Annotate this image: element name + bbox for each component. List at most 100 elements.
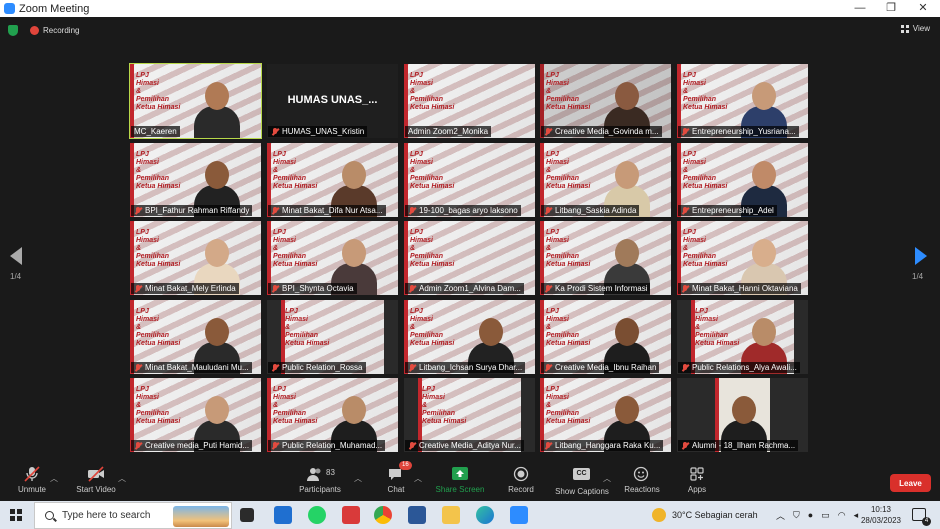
poster-text: LPJ Himasi & Pemilihan Ketua Himasi (136, 308, 181, 347)
tray-battery-icon[interactable]: ▭ (821, 510, 830, 521)
zoom-app-icon[interactable] (510, 506, 528, 524)
participant-nameplate: Litbang_Ichsan Surya Dhar... (405, 362, 526, 373)
whatsapp-app-icon[interactable] (308, 506, 326, 524)
next-page-button[interactable]: 1/4 (912, 247, 932, 287)
poster-text: LPJ Himasi & Pemilihan Ketua Himasi (136, 229, 181, 268)
view-button[interactable]: View (900, 24, 930, 33)
participant-tile[interactable]: LPJ Himasi & Pemilihan Ketua Himasi Minat… (130, 221, 261, 295)
participant-tile[interactable]: LPJ Himasi & Pemilihan Ketua Himasi Publi… (677, 300, 808, 374)
gift-app-icon[interactable] (342, 506, 360, 524)
participant-tile[interactable]: LPJ Himasi & Pemilihan Ketua Himasi Entre… (677, 143, 808, 217)
poster-text: LPJ Himasi & Pemilihan Ketua Himasi (546, 386, 591, 425)
participant-name: Creative Media_Aditya Nur... (419, 441, 521, 450)
participant-tile[interactable]: LPJ Himasi & Pemilihan Ketua Himasi Creat… (540, 64, 671, 138)
taskbar-search-box[interactable]: Type here to search (34, 502, 232, 529)
windows-start-icon[interactable] (10, 509, 22, 521)
participant-tile[interactable]: LPJ Himasi & Pemilihan Ketua Himasi BPI_F… (130, 143, 261, 217)
chat-label: Chat (387, 485, 405, 494)
video-options-caret-icon[interactable]: ︿ (118, 473, 126, 484)
recording-indicator[interactable]: Recording (30, 24, 79, 36)
participant-tile[interactable]: LPJ Himasi & Pemilihan Ketua Himasi Creat… (130, 378, 261, 452)
participant-tile[interactable]: LPJ Himasi & Pemilihan Ketua Himasi Litba… (540, 378, 671, 452)
participant-name: Creative Media_Govinda m... (555, 127, 659, 136)
poster-text: LPJ Himasi & Pemilihan Ketua Himasi (410, 308, 455, 347)
leave-button[interactable]: Leave (890, 474, 931, 492)
tray-expand-icon[interactable]: ︿ (776, 509, 785, 522)
participant-name: 19-100_bagas aryo laksono (419, 206, 518, 215)
mail-app-icon[interactable] (274, 506, 292, 524)
chat-options-caret-icon[interactable]: ︿ (414, 473, 422, 484)
participant-tile[interactable]: LPJ Himasi & Pemilihan Ketua Himasi Entre… (677, 64, 808, 138)
show-captions-button[interactable]: CC Show Captions (554, 466, 610, 496)
participant-tile[interactable]: LPJ Himasi & Pemilihan Ketua Himasi Minat… (130, 300, 261, 374)
participant-tile[interactable]: LPJ Himasi & Pemilihan Ketua Himasi Minat… (267, 143, 398, 217)
window-title: Zoom Meeting (19, 2, 90, 15)
chrome-app-icon[interactable] (374, 506, 392, 524)
poster-text: LPJ Himasi & Pemilihan Ketua Himasi (285, 308, 330, 347)
recording-label: Recording (43, 25, 80, 35)
muted-mic-icon (681, 206, 689, 215)
poster-text: LPJ Himasi & Pemilihan Ketua Himasi (136, 151, 181, 190)
close-button[interactable]: ✕ (908, 0, 938, 17)
record-button[interactable]: Record (506, 466, 536, 494)
file-explorer-icon[interactable] (442, 506, 460, 524)
share-screen-button[interactable]: Share Screen (434, 466, 486, 494)
participant-tile[interactable]: LPJ Himasi & Pemilihan Ketua Himasi Ka Pr… (540, 221, 671, 295)
video-off-icon (87, 466, 105, 482)
chat-unread-badge: 16 (399, 461, 412, 470)
participant-nameplate: Alumni - 18_Ilham Rachma... (678, 440, 799, 451)
next-page-indicator: 1/4 (912, 272, 924, 281)
participant-nameplate: Minat Bakat_Mely Erlinda (131, 283, 239, 294)
participant-tile[interactable]: LPJ Himasi & Pemilihan Ketua Himasi Admin… (404, 64, 535, 138)
maximize-button[interactable]: ❐ (876, 0, 906, 17)
reactions-button[interactable]: Reactions (623, 466, 661, 494)
participants-button[interactable]: 83 Participants (297, 466, 343, 494)
participant-tile[interactable]: LPJ Himasi & Pemilihan Ketua Himasi Publi… (267, 378, 398, 452)
participant-nameplate: Public Relation_Muhamad... (268, 440, 386, 451)
unmute-button[interactable]: Unmute (14, 466, 50, 494)
participant-nameplate: Minat Bakat_Difa Nur Atsa... (268, 205, 386, 216)
participant-tile[interactable]: LPJ Himasi & Pemilihan Ketua Himasi Publi… (267, 300, 398, 374)
participant-nameplate: Entrepreneurship_Yusriana... (678, 126, 799, 137)
edge-app-icon[interactable] (476, 506, 494, 524)
search-placeholder: Type here to search (62, 510, 151, 521)
participant-tile[interactable]: LPJ Himasi & Pemilihan Ketua Himasi Litba… (404, 300, 535, 374)
participants-options-caret-icon[interactable]: ︿ (354, 473, 362, 484)
participant-tile[interactable]: HUMAS UNAS_... HUMAS_UNAS_Kristin (267, 64, 398, 138)
arrow-right-icon (915, 247, 927, 265)
tray-wifi-icon[interactable]: ◠ (838, 510, 846, 521)
participant-tile[interactable]: LPJ Himasi & Pemilihan Ketua Himasi BPI_S… (267, 221, 398, 295)
security-shield-icon[interactable] (8, 25, 18, 36)
captions-options-caret-icon[interactable]: ︿ (603, 473, 611, 484)
start-video-button[interactable]: Start Video (74, 466, 118, 494)
minimize-button[interactable]: — (845, 0, 875, 17)
participant-tile[interactable]: Alumni - 18_Ilham Rachma... (677, 378, 808, 452)
windows-taskbar: Type here to search 30°C Sebagian cerah … (0, 501, 940, 529)
participant-tile[interactable]: LPJ Himasi & Pemilihan Ketua Himasi Creat… (540, 300, 671, 374)
participant-tile[interactable]: LPJ Himasi & Pemilihan Ketua Himasi Litba… (540, 143, 671, 217)
apps-label: Apps (687, 485, 707, 494)
tray-shield-icon[interactable]: ⛉ (793, 510, 800, 521)
share-screen-icon (451, 466, 469, 482)
taskbar-clock[interactable]: 10:13 28/03/2023 (856, 504, 906, 526)
participant-nameplate: Litbang_Saskia Adinda (541, 205, 640, 216)
participant-tile[interactable]: LPJ Himasi & Pemilihan Ketua Himasi 19-10… (404, 143, 535, 217)
poster-text: LPJ Himasi & Pemilihan Ketua Himasi (410, 72, 455, 111)
reactions-label: Reactions (624, 485, 660, 494)
prev-page-button[interactable]: 1/4 (10, 247, 30, 287)
audio-options-caret-icon[interactable]: ︿ (50, 473, 58, 484)
notification-center-icon[interactable]: 4 (912, 508, 931, 526)
participant-tile[interactable]: LPJ Himasi & Pemilihan Ketua Himasi Creat… (404, 378, 535, 452)
participant-tile[interactable]: LPJ Himasi & Pemilihan Ketua Himasi Minat… (677, 221, 808, 295)
poster-text: LPJ Himasi & Pemilihan Ketua Himasi (683, 72, 728, 111)
apps-button[interactable]: Apps (686, 466, 708, 494)
chat-button[interactable]: 16 Chat (381, 461, 412, 494)
participant-tile[interactable]: LPJ Himasi & Pemilihan Ketua Himasi MC_Ka… (129, 63, 262, 139)
tray-mic-icon[interactable]: ● (808, 510, 813, 520)
participant-tile[interactable]: LPJ Himasi & Pemilihan Ketua Himasi Admin… (404, 221, 535, 295)
weather-widget[interactable]: 30°C Sebagian cerah (652, 501, 758, 529)
clock-date: 28/03/2023 (860, 516, 902, 525)
word-app-icon[interactable] (408, 506, 426, 524)
muted-mic-icon (681, 363, 689, 372)
task-view-icon[interactable] (240, 508, 254, 522)
